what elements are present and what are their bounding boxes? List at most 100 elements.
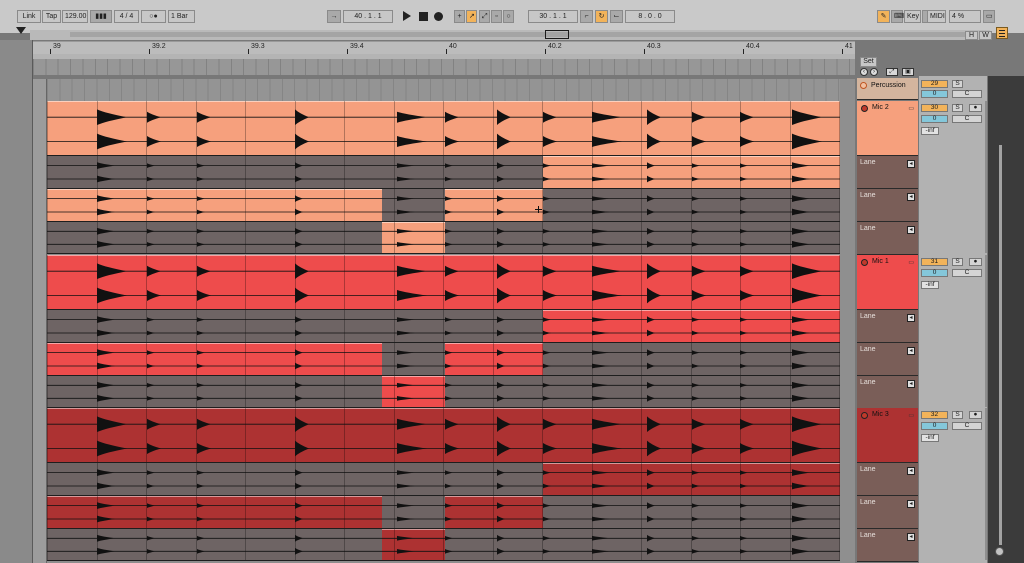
quantize-menu[interactable]: 1 Bar: [168, 10, 195, 23]
punch-out-icon[interactable]: ⌙: [610, 10, 623, 23]
draw-mode-icon[interactable]: ✎: [877, 10, 890, 23]
zoom-to-fit-icon[interactable]: ⤢: [886, 68, 898, 76]
take-lane[interactable]: [47, 343, 840, 376]
stop-icon[interactable]: [419, 12, 428, 21]
take-lane[interactable]: [47, 496, 840, 529]
lane-header[interactable]: Lane ◂: [857, 189, 918, 222]
take-lane[interactable]: [47, 156, 840, 189]
hamburger-menu-icon[interactable]: [996, 27, 1008, 39]
track-volume-field[interactable]: 32: [921, 411, 948, 419]
link-button[interactable]: Link: [17, 10, 41, 23]
lane-audition-icon[interactable]: ◂: [907, 226, 915, 234]
loop-start-field[interactable]: 30 . 1 . 1: [528, 10, 578, 23]
lane-header[interactable]: Lane ◂: [857, 156, 918, 189]
lane-header[interactable]: Lane ◂: [857, 463, 918, 496]
record-arm-icon[interactable]: ●: [969, 104, 982, 112]
beat-time-ruler[interactable]: 39 39.2 39.3 39.4 40 40.2 40.3 40.4 41: [33, 41, 855, 75]
previous-locator-icon[interactable]: ‹: [860, 68, 868, 76]
lane-header[interactable]: Lane ◂: [857, 222, 918, 255]
punch-in-icon[interactable]: ⌐: [580, 10, 593, 23]
lane-audition-icon[interactable]: ◂: [907, 467, 915, 475]
main-take-lane[interactable]: [47, 101, 840, 156]
set-locator-button[interactable]: Set: [860, 57, 877, 67]
pan-mode-field[interactable]: C: [952, 422, 982, 430]
lane-header[interactable]: Lane ◂: [857, 376, 918, 409]
re-enable-automation-icon[interactable]: ⤢: [479, 10, 490, 23]
track-pan-field[interactable]: 0: [921, 269, 948, 277]
take-lane[interactable]: [47, 189, 840, 222]
take-lane[interactable]: [47, 310, 840, 343]
fold-percussion-icon[interactable]: [860, 82, 867, 89]
track-pan-field[interactable]: 0: [921, 422, 948, 430]
lane-header[interactable]: Lane ◂: [857, 496, 918, 529]
tempo-field[interactable]: 129.00: [62, 10, 88, 23]
solo-button[interactable]: S: [952, 104, 963, 112]
main-take-lane[interactable]: [47, 255, 840, 310]
loop-switch-icon[interactable]: ↻: [595, 10, 608, 23]
pan-mode-field[interactable]: C: [952, 269, 982, 277]
arrangement-overview[interactable]: H W: [30, 30, 992, 40]
take-lane[interactable]: [47, 529, 840, 561]
record-arm-icon[interactable]: ●: [969, 411, 982, 419]
play-icon[interactable]: [403, 11, 411, 21]
solo-button[interactable]: S: [952, 258, 963, 266]
metronome-toggle[interactable]: ○●: [141, 10, 166, 23]
lane-audition-icon[interactable]: ◂: [907, 193, 915, 201]
tap-tempo-button[interactable]: Tap: [42, 10, 61, 23]
lane-audition-icon[interactable]: ◂: [907, 533, 915, 541]
fold-track-icon[interactable]: [861, 105, 868, 112]
camera-icon[interactable]: ▣: [902, 68, 914, 76]
lane-audition-icon[interactable]: ◂: [907, 380, 915, 388]
w-button[interactable]: W: [979, 31, 992, 40]
take-lane[interactable]: [47, 463, 840, 496]
lanes-toggle-icon[interactable]: ▭: [908, 412, 914, 419]
main-take-lane[interactable]: [47, 408, 840, 463]
take-lane[interactable]: [47, 376, 840, 408]
fold-track-icon[interactable]: [861, 412, 868, 419]
track-header-mic-3[interactable]: Mic 3 ▭: [857, 408, 918, 463]
key-map-button[interactable]: Key: [904, 10, 921, 23]
track-header-mic-1[interactable]: Mic 1 ▭: [857, 255, 918, 310]
pan-mode-field[interactable]: C: [952, 90, 982, 98]
track-volume-field[interactable]: 31: [921, 258, 948, 266]
solo-button[interactable]: S: [952, 411, 963, 419]
loop-length-field[interactable]: 8 . 0 . 0: [625, 10, 675, 23]
midi-map-button[interactable]: MIDI: [927, 10, 946, 23]
lane-audition-icon[interactable]: ◂: [907, 500, 915, 508]
capture-icon[interactable]: ▫: [491, 10, 502, 23]
track-header-mic-2[interactable]: Mic 2 ▭: [857, 101, 918, 156]
vertical-scrollbar[interactable]: [999, 145, 1002, 545]
solo-button[interactable]: S: [952, 80, 963, 88]
track-pan-field[interactable]: 0: [921, 90, 948, 98]
zoom-knob-icon[interactable]: [995, 547, 1004, 556]
overview-locator[interactable]: [545, 30, 569, 39]
time-signature-field[interactable]: 4 / 4: [114, 10, 139, 23]
tempo-nudge-icon[interactable]: ▮▮▮: [90, 10, 112, 23]
track-volume-field[interactable]: 30: [921, 104, 948, 112]
session-record-icon[interactable]: ○: [503, 10, 514, 23]
lanes-toggle-icon[interactable]: ▭: [908, 105, 914, 112]
percussion-group-track[interactable]: [47, 79, 840, 101]
lane-audition-icon[interactable]: ◂: [907, 347, 915, 355]
arrangement-position-field[interactable]: 40 . 1 . 1: [343, 10, 393, 23]
overdub-icon[interactable]: +: [454, 10, 465, 23]
lane-header[interactable]: Lane ◂: [857, 343, 918, 376]
fold-track-icon[interactable]: [861, 259, 868, 266]
take-lane[interactable]: [47, 222, 840, 254]
record-arm-icon[interactable]: ●: [969, 258, 982, 266]
computer-keyboard-icon[interactable]: ⌨: [891, 10, 904, 23]
follow-icon[interactable]: →: [327, 10, 341, 23]
record-icon[interactable]: [434, 12, 443, 21]
lane-audition-icon[interactable]: ◂: [907, 160, 915, 168]
lane-audition-icon[interactable]: ◂: [907, 314, 915, 322]
lane-header[interactable]: Lane ◂: [857, 529, 918, 562]
fold-browser-icon[interactable]: [16, 27, 26, 34]
arrangement-track-area[interactable]: [33, 79, 855, 563]
lane-header[interactable]: Lane ◂: [857, 310, 918, 343]
automation-arm-icon[interactable]: ↗: [466, 10, 477, 23]
lanes-toggle-icon[interactable]: ▭: [908, 259, 914, 266]
pan-mode-field[interactable]: C: [952, 115, 982, 123]
track-pan-field[interactable]: 0: [921, 115, 948, 123]
track-header-percussion[interactable]: Percussion: [857, 78, 918, 100]
next-locator-icon[interactable]: ›: [870, 68, 878, 76]
